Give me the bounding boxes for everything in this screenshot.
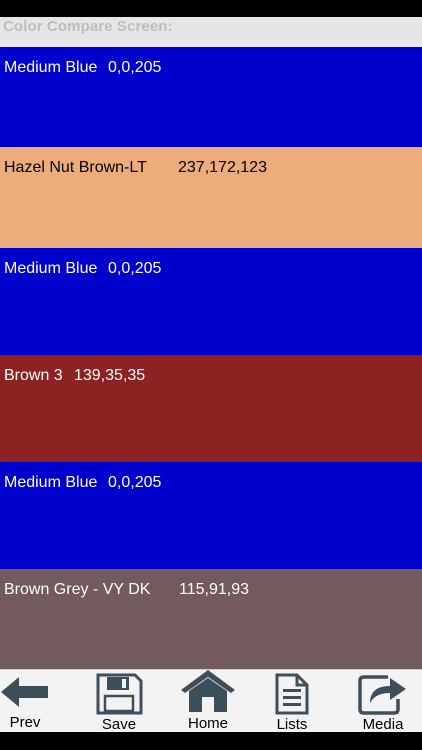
back-arrow-icon <box>1 677 48 707</box>
color-swatch-3: Medium Blue 0,0,205 <box>0 248 422 355</box>
color-swatch-2: Hazel Nut Brown-LT 237,172,123 <box>0 147 422 248</box>
swatch-name: Hazel Nut Brown-LT <box>4 159 147 176</box>
prev-button[interactable]: Prev <box>0 670 50 733</box>
swatch-rgb: 139,35,35 <box>74 367 146 384</box>
swatch-name: Brown 3 <box>4 367 63 384</box>
bottom-toolbar: Prev Save Home Lists Media <box>0 669 422 733</box>
swatch-name: Medium Blue <box>4 59 98 76</box>
save-button[interactable]: Save <box>92 670 146 733</box>
prev-label: Prev <box>9 714 41 731</box>
swatch-rgb: 0,0,205 <box>108 260 162 277</box>
share-icon <box>358 675 406 715</box>
swatch-name: Brown Grey - VY DK <box>4 581 151 598</box>
status-bar <box>0 0 422 17</box>
swatch-rgb: 237,172,123 <box>178 159 267 176</box>
document-icon <box>275 673 309 715</box>
swatch-rgb: 115,91,93 <box>179 581 249 598</box>
media-button[interactable]: Media <box>356 670 410 733</box>
home-icon <box>181 670 235 712</box>
swatch-rgb: 0,0,205 <box>108 59 162 76</box>
home-button[interactable]: Home <box>180 670 236 733</box>
lists-button[interactable]: Lists <box>270 670 314 733</box>
color-swatch-4: Brown 3 139,35,35 <box>0 355 422 462</box>
swatch-name: Medium Blue <box>4 260 98 277</box>
home-label: Home <box>187 715 228 732</box>
color-swatch-5: Medium Blue 0,0,205 <box>0 462 422 569</box>
color-swatch-1: Medium Blue 0,0,205 <box>0 47 422 147</box>
page-title: Color Compare Screen: <box>0 17 422 47</box>
bottom-bar <box>0 732 422 750</box>
swatch-rgb: 0,0,205 <box>108 474 162 491</box>
floppy-disk-icon <box>96 673 143 715</box>
swatch-name: Medium Blue <box>4 474 98 491</box>
color-swatch-6: Brown Grey - VY DK 115,91,93 <box>0 569 422 669</box>
